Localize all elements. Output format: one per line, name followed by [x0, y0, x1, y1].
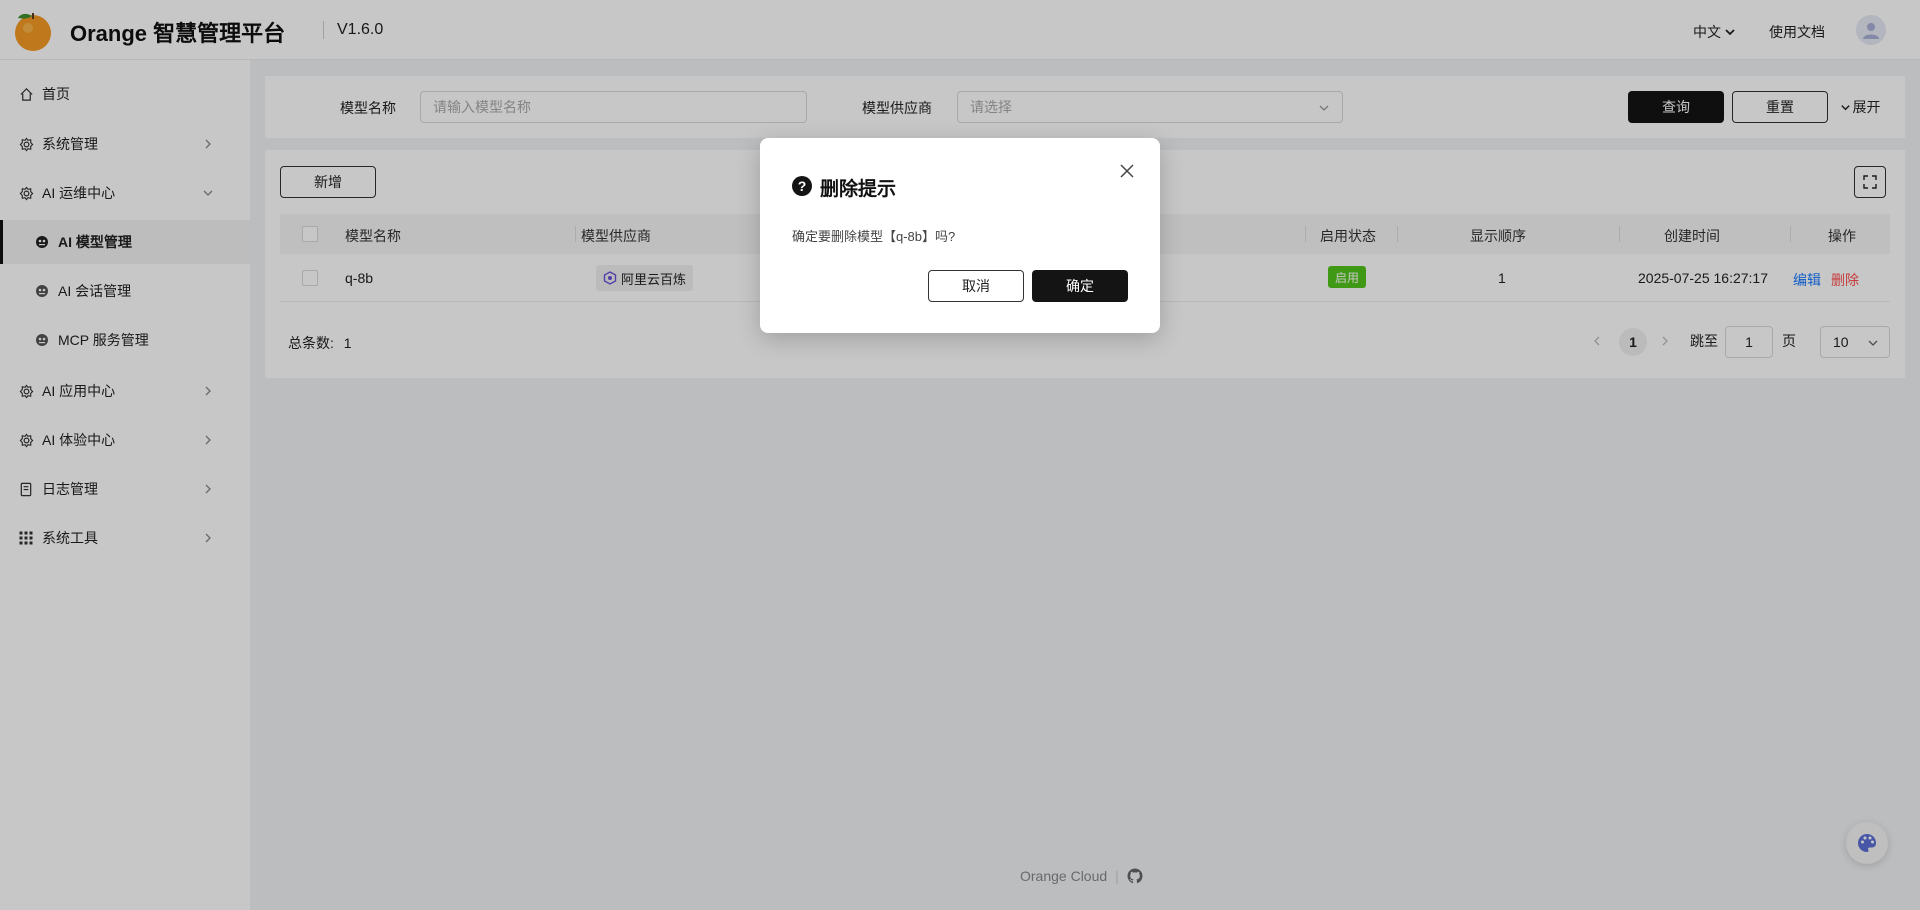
dialog-message: 确定要删除模型【q-8b】吗? — [792, 229, 956, 244]
modal-mask[interactable] — [0, 0, 1920, 910]
delete-confirm-dialog: ? 删除提示 确定要删除模型【q-8b】吗? 取消 确定 — [760, 138, 1160, 333]
close-button[interactable] — [1116, 160, 1138, 182]
confirm-button[interactable]: 确定 — [1032, 270, 1128, 302]
dialog-title: 删除提示 — [820, 179, 897, 200]
question-icon: ? — [792, 176, 812, 196]
cancel-button[interactable]: 取消 — [928, 270, 1024, 302]
close-icon — [1120, 164, 1134, 178]
